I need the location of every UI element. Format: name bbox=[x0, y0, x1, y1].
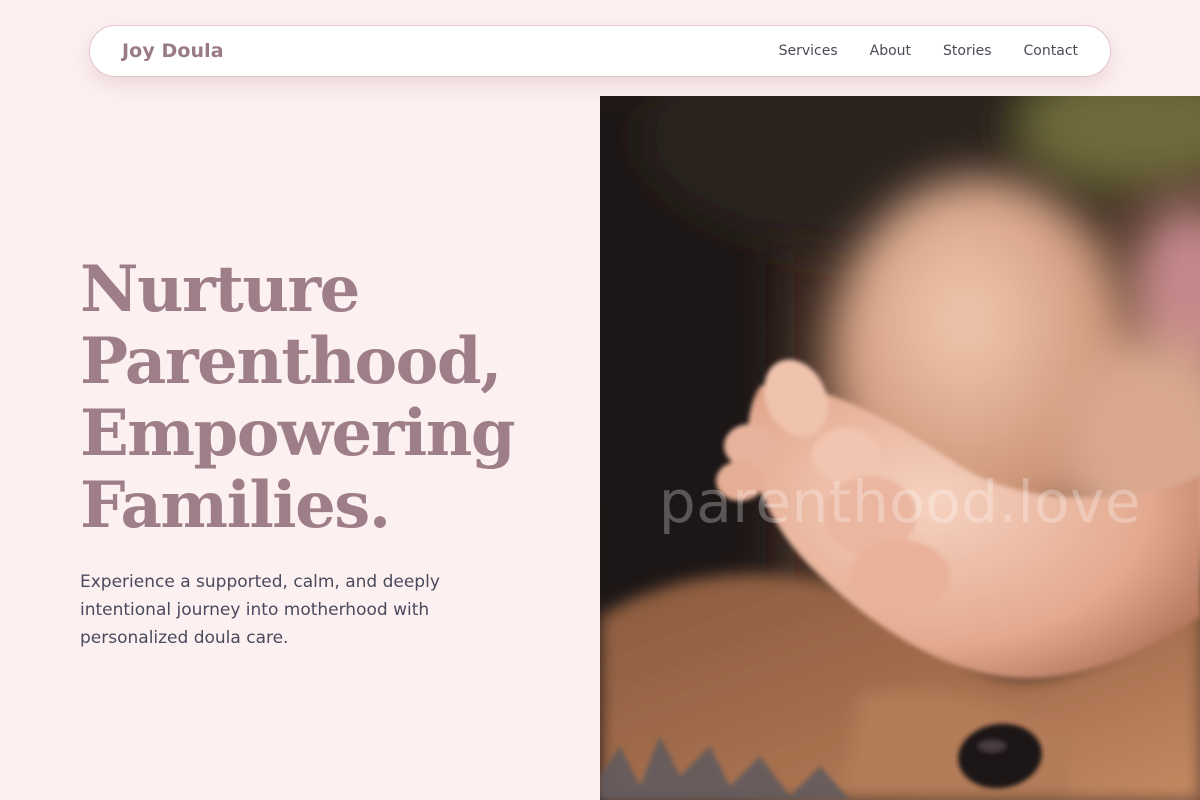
headline-line-2: Parenthood, bbox=[80, 324, 502, 399]
nav-link-about[interactable]: About bbox=[870, 43, 911, 59]
photo-watermark: parenthood.love bbox=[658, 468, 1142, 536]
headline-line-1: Nurture bbox=[80, 252, 360, 327]
hero-text: Nurture Parenthood, Empowering Families.… bbox=[80, 254, 580, 652]
nav-link-services[interactable]: Services bbox=[779, 43, 838, 59]
nav-link-contact[interactable]: Contact bbox=[1024, 43, 1078, 59]
navbar: Joy Doula Services About Stories Contact bbox=[89, 25, 1111, 77]
hero-photo: parenthood.love bbox=[600, 96, 1200, 800]
baby-feet-photo bbox=[600, 96, 1200, 800]
nav-link-stories[interactable]: Stories bbox=[943, 43, 992, 59]
headline-line-4: Families. bbox=[80, 468, 391, 543]
hero-headline: Nurture Parenthood, Empowering Families. bbox=[80, 254, 580, 542]
headline-line-3: Empowering bbox=[80, 396, 516, 471]
nav-links: Services About Stories Contact bbox=[779, 43, 1078, 59]
hero-subtext: Experience a supported, calm, and deeply… bbox=[80, 572, 440, 648]
brand-logo[interactable]: Joy Doula bbox=[122, 40, 224, 62]
